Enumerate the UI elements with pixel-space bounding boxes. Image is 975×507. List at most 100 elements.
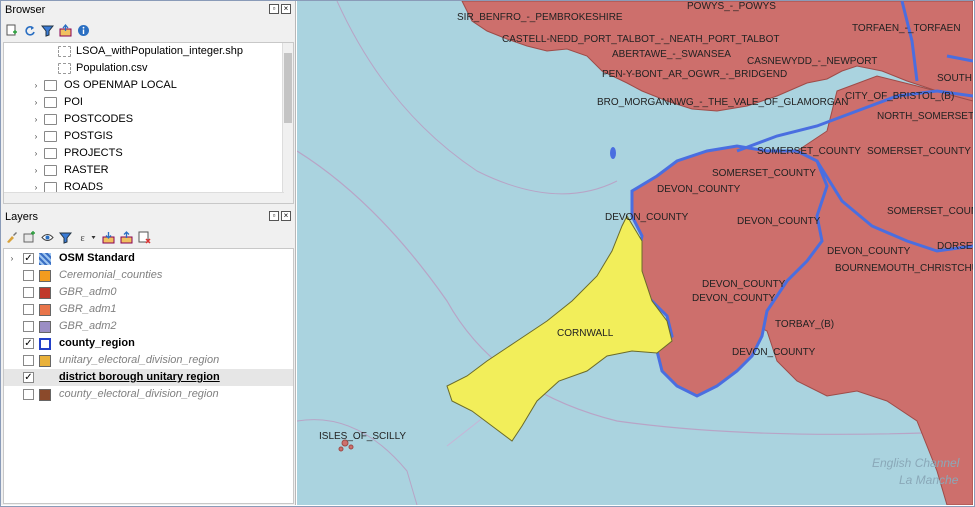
expand-arrow-icon[interactable]: ›: [32, 162, 40, 179]
browser-item[interactable]: › POSTCODES: [4, 111, 293, 128]
layer-item[interactable]: GBR_adm1: [4, 301, 293, 318]
map-label: SOMERSET_COUNTY: [757, 146, 861, 157]
sea-label: English Channel: [872, 456, 960, 470]
layers-panel-title: Layers ▫ ×: [1, 208, 295, 227]
layer-visibility-checkbox[interactable]: [23, 389, 34, 400]
layers-toolbar: ε: [1, 227, 151, 247]
layer-visibility-checkbox[interactable]: [23, 270, 34, 281]
collapse-all-icon[interactable]: [120, 230, 133, 244]
visibility-eye-icon[interactable]: [41, 231, 54, 244]
style-brush-icon[interactable]: [5, 231, 18, 244]
browser-item[interactable]: › POSTGIS: [4, 128, 293, 145]
browser-item-label: OS OPENMAP LOCAL: [64, 79, 177, 91]
browser-item[interactable]: Population.csv: [4, 60, 293, 77]
refresh-icon[interactable]: [23, 24, 36, 37]
map-label: SOUTH: [937, 73, 972, 84]
browser-vscrollbar[interactable]: [282, 43, 293, 203]
add-group-icon[interactable]: [23, 230, 36, 244]
lundy-island: [610, 147, 616, 159]
layer-item[interactable]: GBR_adm0: [4, 284, 293, 301]
browser-item-label: Population.csv: [76, 62, 148, 74]
browser-tree[interactable]: LSOA_withPopulation_integer.shp Populatio…: [3, 42, 294, 204]
isles-of-scilly: [348, 444, 354, 450]
close-icon[interactable]: ×: [281, 211, 291, 221]
layer-item[interactable]: county_electoral_division_region: [4, 386, 293, 403]
add-layer-icon[interactable]: [5, 24, 18, 37]
browser-item-label: RASTER: [64, 164, 109, 176]
expand-all-icon[interactable]: [102, 231, 115, 244]
layer-item[interactable]: Ceremonial_counties: [4, 267, 293, 284]
layer-label: unitary_electoral_division_region: [59, 354, 220, 366]
layer-label: county_region: [59, 337, 135, 349]
layer-visibility-checkbox[interactable]: [23, 287, 34, 298]
browser-item-label: POSTCODES: [64, 113, 134, 125]
browser-hscrollbar[interactable]: [4, 192, 284, 203]
browser-vscroll-thumb[interactable]: [284, 53, 292, 123]
map-canvas[interactable]: SIR_BENFRO_-_PEMBROKESHIRE CASTELL-NEDD_…: [297, 1, 973, 505]
filter-icon[interactable]: [41, 24, 54, 37]
map-label: CASTELL-NEDD_PORT_TALBOT_-_NEATH_PORT_TA…: [502, 34, 780, 45]
left-dock: Browser ▫ × LSOA_withPopulation_integer.…: [1, 1, 296, 505]
map-label: CORNWALL: [557, 328, 614, 339]
layer-item[interactable]: ✓ county_region: [4, 335, 293, 352]
map-label: DEVON_COUNTY: [657, 184, 741, 195]
expand-arrow-icon[interactable]: ›: [32, 145, 40, 162]
expand-arrow-icon[interactable]: ›: [32, 111, 40, 128]
isles-of-scilly: [338, 446, 344, 452]
layer-label: OSM Standard: [59, 252, 135, 264]
float-icon[interactable]: ▫: [269, 4, 279, 14]
fill-symbol-icon: [39, 287, 51, 299]
expand-arrow-icon[interactable]: ›: [32, 94, 40, 111]
map-label: DORSET: [937, 241, 973, 252]
layer-label: district borough unitary region: [59, 371, 220, 383]
float-icon[interactable]: ▫: [269, 211, 279, 221]
expand-arrow-icon[interactable]: ›: [32, 77, 40, 94]
browser-item[interactable]: › POI: [4, 94, 293, 111]
outline-symbol-icon: [39, 338, 51, 350]
sea-label: La Manche: [899, 473, 959, 487]
layer-label: county_electoral_division_region: [59, 388, 219, 400]
browser-title-text: Browser: [5, 4, 46, 16]
expand-arrow-icon[interactable]: ›: [8, 250, 16, 267]
layer-item[interactable]: unitary_electoral_division_region: [4, 352, 293, 369]
fill-symbol-icon: [39, 389, 51, 401]
layer-item[interactable]: GBR_adm2: [4, 318, 293, 335]
map-label: SIR_BENFRO_-_PEMBROKESHIRE: [457, 12, 623, 23]
raster-layer-icon: [39, 253, 51, 265]
browser-item[interactable]: › PROJECTS: [4, 145, 293, 162]
map-label: DEVON_COUNTY: [827, 246, 911, 257]
layers-tree[interactable]: › ✓ OSM Standard Ceremonial_counties GBR_adm…: [3, 248, 294, 504]
layers-title-text: Layers: [5, 211, 39, 223]
browser-item-label: PROJECTS: [64, 147, 123, 159]
filter-icon[interactable]: [59, 231, 72, 244]
layer-visibility-checkbox[interactable]: ✓: [23, 338, 34, 349]
layer-visibility-checkbox[interactable]: ✓: [23, 253, 34, 264]
info-icon[interactable]: [77, 24, 90, 37]
remove-layer-icon[interactable]: [138, 231, 151, 244]
collapse-all-icon[interactable]: [59, 23, 72, 37]
expand-arrow-icon[interactable]: ›: [32, 128, 40, 145]
map-label: SOMERSET_COUNTY: [867, 146, 971, 157]
map-label: DEVON_COUNTY: [732, 347, 816, 358]
folder-icon: [44, 114, 57, 125]
layer-item[interactable]: ✓ district borough unitary region: [4, 369, 293, 386]
close-icon[interactable]: ×: [281, 4, 291, 14]
map-label: SOMERSET_COUNTY: [887, 206, 973, 217]
expression-filter-icon[interactable]: ε: [77, 231, 97, 244]
map-label: CITY_OF_BRISTOL_(B): [845, 91, 955, 102]
layer-label: Ceremonial_counties: [59, 269, 163, 281]
map-label: POWYS_-_POWYS: [687, 1, 776, 12]
fill-symbol-icon: [39, 355, 51, 367]
file-icon: [58, 46, 71, 57]
browser-toolbar: [1, 20, 295, 40]
browser-item[interactable]: › OS OPENMAP LOCAL: [4, 77, 293, 94]
fill-symbol-icon: [39, 321, 51, 333]
layer-visibility-checkbox[interactable]: [23, 304, 34, 315]
layer-visibility-checkbox[interactable]: ✓: [23, 372, 34, 383]
browser-item[interactable]: LSOA_withPopulation_integer.shp: [4, 43, 293, 60]
layer-visibility-checkbox[interactable]: [23, 355, 34, 366]
layer-item[interactable]: › ✓ OSM Standard: [4, 250, 293, 267]
fill-symbol-icon: [39, 270, 51, 282]
layer-visibility-checkbox[interactable]: [23, 321, 34, 332]
browser-item[interactable]: › RASTER: [4, 162, 293, 179]
